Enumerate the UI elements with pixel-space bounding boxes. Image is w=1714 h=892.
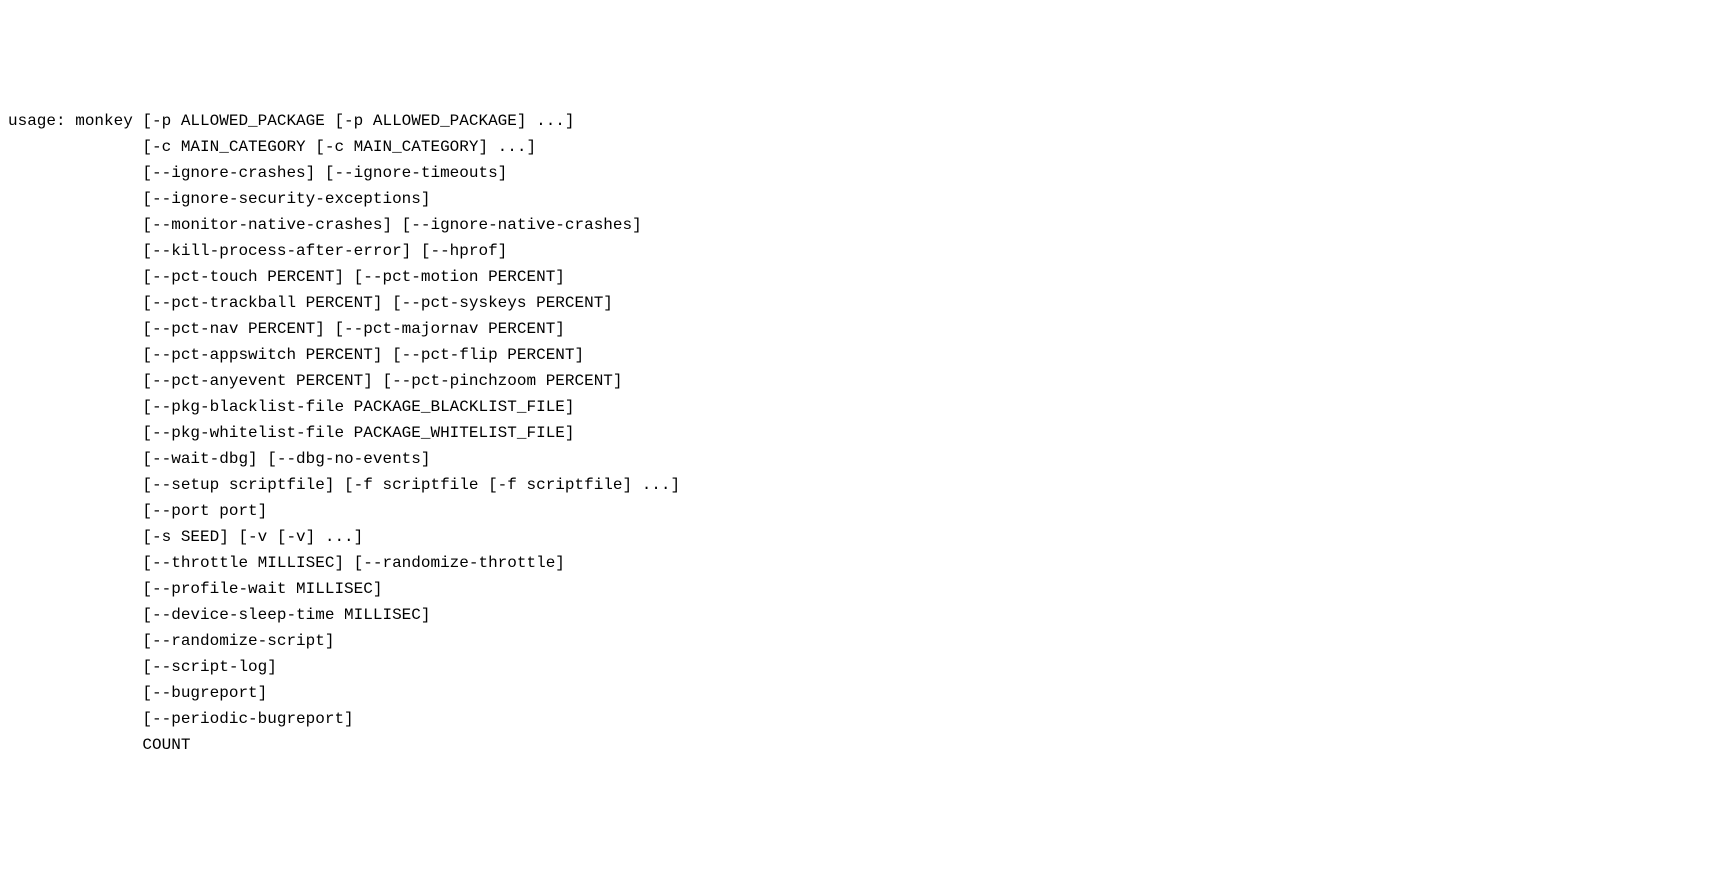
usage-line: [--randomize-script] [8, 632, 334, 650]
usage-line: [--pct-anyevent PERCENT] [--pct-pinchzoo… [8, 372, 623, 390]
usage-line: [--bugreport] [8, 684, 267, 702]
usage-line: [-s SEED] [-v [-v] ...] [8, 528, 363, 546]
usage-line: usage: monkey [-p ALLOWED_PACKAGE [-p AL… [8, 112, 575, 130]
usage-line: [--kill-process-after-error] [--hprof] [8, 242, 507, 260]
usage-line: [--pct-trackball PERCENT] [--pct-syskeys… [8, 294, 613, 312]
usage-line: [--device-sleep-time MILLISEC] [8, 606, 430, 624]
usage-line: [--pkg-whitelist-file PACKAGE_WHITELIST_… [8, 424, 575, 442]
usage-line: [--pct-nav PERCENT] [--pct-majornav PERC… [8, 320, 565, 338]
usage-line: [--ignore-crashes] [--ignore-timeouts] [8, 164, 507, 182]
usage-line: [--setup scriptfile] [-f scriptfile [-f … [8, 476, 680, 494]
usage-line: [--pkg-blacklist-file PACKAGE_BLACKLIST_… [8, 398, 575, 416]
usage-line: COUNT [8, 736, 190, 754]
usage-line: [--pct-appswitch PERCENT] [--pct-flip PE… [8, 346, 584, 364]
usage-line: [--periodic-bugreport] [8, 710, 354, 728]
usage-output: usage: monkey [-p ALLOWED_PACKAGE [-p AL… [8, 108, 1706, 758]
usage-line: [--monitor-native-crashes] [--ignore-nat… [8, 216, 642, 234]
usage-line: [--port port] [8, 502, 267, 520]
usage-line: [--profile-wait MILLISEC] [8, 580, 382, 598]
usage-line: [--script-log] [8, 658, 277, 676]
usage-line: [--throttle MILLISEC] [--randomize-throt… [8, 554, 565, 572]
usage-line: [--pct-touch PERCENT] [--pct-motion PERC… [8, 268, 565, 286]
usage-line: [-c MAIN_CATEGORY [-c MAIN_CATEGORY] ...… [8, 138, 536, 156]
usage-line: [--ignore-security-exceptions] [8, 190, 430, 208]
usage-line: [--wait-dbg] [--dbg-no-events] [8, 450, 430, 468]
